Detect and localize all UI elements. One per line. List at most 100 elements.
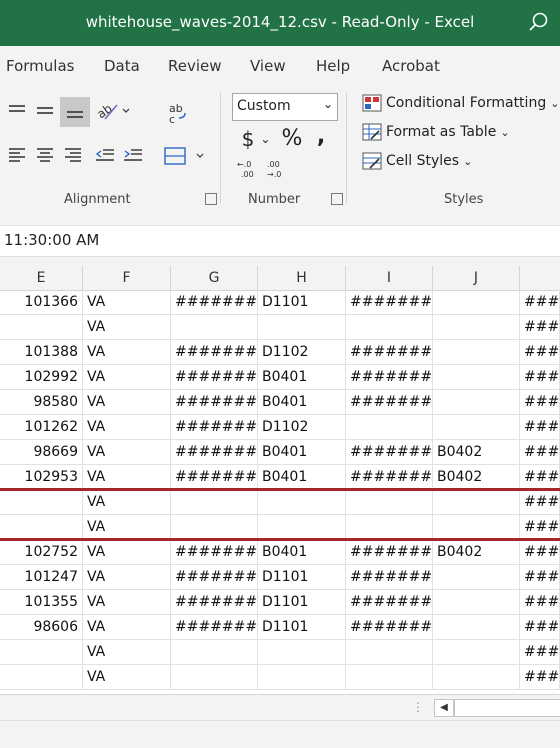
table-cell[interactable]: 98606 [0, 615, 83, 640]
table-cell[interactable]: VA [83, 440, 171, 465]
table-cell[interactable]: VA [83, 290, 171, 315]
table-cell[interactable]: D1101 [258, 565, 346, 590]
spreadsheet-grid[interactable]: E F G H I J 101366VA########D1101#######… [0, 266, 560, 694]
table-cell[interactable]: #### [520, 590, 560, 615]
table-cell[interactable] [258, 315, 346, 340]
table-cell[interactable] [171, 515, 258, 540]
table-cell[interactable]: #### [520, 665, 560, 690]
align-top-icon[interactable] [6, 100, 28, 122]
table-cell[interactable]: #### [520, 365, 560, 390]
table-cell[interactable]: VA [83, 590, 171, 615]
table-cell[interactable]: ######## [171, 565, 258, 590]
tab-help[interactable]: Help [316, 57, 350, 75]
table-cell[interactable]: ######## [346, 590, 433, 615]
table-cell[interactable] [346, 415, 433, 440]
align-right-icon[interactable] [62, 144, 84, 166]
table-cell[interactable] [346, 515, 433, 540]
number-launcher-icon[interactable] [331, 193, 343, 205]
table-cell[interactable] [433, 515, 520, 540]
table-cell[interactable]: ######## [346, 565, 433, 590]
table-cell[interactable] [171, 490, 258, 515]
table-cell[interactable] [433, 590, 520, 615]
table-cell[interactable] [433, 415, 520, 440]
table-cell[interactable]: 98580 [0, 390, 83, 415]
table-cell[interactable] [433, 665, 520, 690]
table-cell[interactable]: B0401 [258, 365, 346, 390]
table-cell[interactable]: VA [83, 415, 171, 440]
table-cell[interactable] [171, 315, 258, 340]
table-cell[interactable] [433, 490, 520, 515]
table-cell[interactable]: D1102 [258, 415, 346, 440]
table-cell[interactable]: B0402 [433, 440, 520, 465]
table-cell[interactable] [0, 515, 83, 540]
table-cell[interactable]: 101247 [0, 565, 83, 590]
table-cell[interactable]: 101262 [0, 415, 83, 440]
table-cell[interactable]: ######## [346, 540, 433, 565]
table-cell[interactable]: 98669 [0, 440, 83, 465]
table-cell[interactable]: D1102 [258, 340, 346, 365]
tab-data[interactable]: Data [104, 57, 140, 75]
align-center-icon[interactable] [34, 144, 56, 166]
table-cell[interactable]: 102752 [0, 540, 83, 565]
table-cell[interactable]: 101388 [0, 340, 83, 365]
merge-center-icon[interactable] [162, 144, 210, 168]
table-cell[interactable]: ######## [171, 465, 258, 490]
table-cell[interactable]: VA [83, 465, 171, 490]
table-cell[interactable]: B0402 [433, 540, 520, 565]
table-cell[interactable] [258, 640, 346, 665]
table-cell[interactable]: #### [520, 515, 560, 540]
column-header-g[interactable]: G [171, 266, 258, 290]
column-header-k[interactable] [520, 266, 560, 290]
percent-button[interactable]: % [280, 124, 304, 152]
table-cell[interactable]: #### [520, 490, 560, 515]
table-cell[interactable]: ######## [171, 590, 258, 615]
table-cell[interactable]: B0402 [433, 465, 520, 490]
wrap-text-icon[interactable]: ab c [164, 100, 190, 126]
table-cell[interactable]: #### [520, 540, 560, 565]
horizontal-scrollbar[interactable] [454, 699, 560, 717]
conditional-formatting-button[interactable]: Conditional Formatting ⌄ [362, 94, 559, 112]
table-cell[interactable]: VA [83, 315, 171, 340]
tab-view[interactable]: View [250, 57, 286, 75]
table-cell[interactable]: VA [83, 540, 171, 565]
table-cell[interactable]: D1101 [258, 290, 346, 315]
table-cell[interactable]: ######## [171, 440, 258, 465]
table-cell[interactable]: #### [520, 440, 560, 465]
table-cell[interactable] [433, 640, 520, 665]
table-cell[interactable] [258, 665, 346, 690]
table-cell[interactable]: ######## [346, 365, 433, 390]
table-cell[interactable]: #### [520, 415, 560, 440]
column-header-f[interactable]: F [83, 266, 171, 290]
table-cell[interactable]: VA [83, 615, 171, 640]
tab-acrobat[interactable]: Acrobat [382, 57, 440, 75]
table-cell[interactable] [346, 490, 433, 515]
scroll-left-button[interactable]: ◀ [434, 699, 454, 717]
align-left-icon[interactable] [6, 144, 28, 166]
table-cell[interactable]: #### [520, 615, 560, 640]
table-cell[interactable] [433, 365, 520, 390]
formula-bar[interactable]: 11:30:00 AM [0, 225, 560, 257]
table-cell[interactable]: B0401 [258, 390, 346, 415]
table-cell[interactable]: 101355 [0, 590, 83, 615]
table-cell[interactable] [171, 665, 258, 690]
table-cell[interactable]: ######## [171, 415, 258, 440]
table-cell[interactable]: VA [83, 640, 171, 665]
cell-styles-button[interactable]: Cell Styles ⌄ [362, 152, 472, 170]
table-cell[interactable] [0, 315, 83, 340]
table-cell[interactable]: ######## [346, 615, 433, 640]
increase-indent-icon[interactable] [122, 144, 144, 166]
table-cell[interactable]: ######## [171, 365, 258, 390]
table-cell[interactable]: #### [520, 465, 560, 490]
format-as-table-button[interactable]: Format as Table ⌄ [362, 123, 510, 141]
table-cell[interactable]: VA [83, 365, 171, 390]
table-cell[interactable]: ######## [171, 290, 258, 315]
number-format-select[interactable]: Custom ⌄ [232, 93, 338, 121]
table-cell[interactable]: ######## [346, 440, 433, 465]
table-cell[interactable] [346, 665, 433, 690]
tab-formulas[interactable]: Formulas [6, 57, 74, 75]
table-cell[interactable]: #### [520, 315, 560, 340]
column-header-e[interactable]: E [0, 266, 83, 290]
decrease-indent-icon[interactable] [94, 144, 116, 166]
table-cell[interactable]: 102992 [0, 365, 83, 390]
table-cell[interactable] [258, 490, 346, 515]
